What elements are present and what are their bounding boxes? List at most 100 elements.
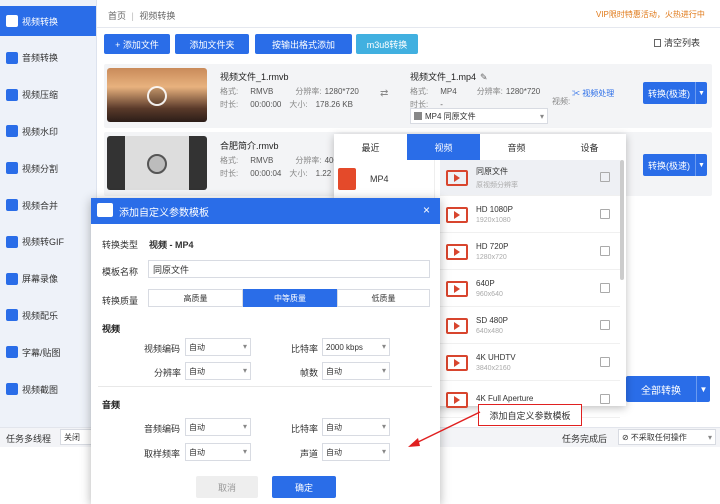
sample-rate-select[interactable]: 自动: [185, 443, 251, 461]
play-icon[interactable]: [147, 86, 167, 106]
sidebar-item-7[interactable]: 视频转GIF: [0, 227, 96, 257]
section-divider: [98, 386, 432, 387]
preset-item[interactable]: 640P 960x640: [440, 271, 620, 307]
duration-label: 时长:: [220, 100, 239, 109]
sidebar-item-4[interactable]: 视频水印: [0, 116, 96, 146]
preset-item[interactable]: HD 720P 1280x720: [440, 234, 620, 270]
cancel-button[interactable]: 取消: [196, 476, 258, 498]
edit-icon[interactable]: [600, 283, 610, 293]
video-bitrate-select[interactable]: 2000 kbps: [322, 338, 390, 356]
quality-medium-option[interactable]: 中等质量: [243, 289, 337, 307]
sidebar-item-8[interactable]: 屏幕录像: [0, 264, 96, 294]
edit-pencil-icon[interactable]: ✎: [480, 72, 488, 82]
m3u8-convert-button[interactable]: m3u8转换: [356, 34, 418, 54]
preset-item[interactable]: SD 480P 640x480: [440, 308, 620, 344]
split-icon: [6, 162, 18, 175]
preset-resolution: 640x480: [476, 328, 503, 335]
file-name: 视频文件_1.rmvb: [220, 72, 289, 82]
channel-label: 声道: [300, 449, 319, 459]
breadcrumb-current: 视频转换: [139, 11, 176, 21]
preset-item[interactable]: HD 1080P 1920x1080: [440, 197, 620, 233]
tab-recent[interactable]: 最近: [334, 134, 407, 160]
sidebar-item-6[interactable]: 视频合并: [0, 190, 96, 220]
audio-bitrate-label: 比特率: [291, 424, 319, 434]
video-codec-value: 自动: [189, 342, 205, 352]
resolution-select[interactable]: 自动: [185, 362, 251, 380]
sidebar-item-10[interactable]: 字幕/贴图: [0, 337, 96, 367]
convert-button[interactable]: 转换(极速): [643, 154, 695, 176]
after-complete-select[interactable]: ⊘ 不采取任何操作: [618, 429, 716, 445]
tab-audio[interactable]: 音频: [480, 134, 553, 160]
output-file-name[interactable]: 视频文件_1.mp4 ✎: [410, 70, 488, 83]
video-format-icon: [446, 243, 468, 260]
preset-name: 4K UHDTV: [476, 353, 516, 362]
dialog-title-bar: 添加自定义参数模板: [91, 198, 440, 224]
convert-dropdown-button[interactable]: ▼: [695, 82, 707, 104]
clear-list-button[interactable]: 清空列表: [654, 36, 700, 49]
sidebar-item-label: 视频转换: [22, 16, 59, 27]
audio-codec-select[interactable]: 自动: [185, 418, 251, 436]
edit-icon[interactable]: [600, 394, 610, 404]
edit-icon[interactable]: [600, 320, 610, 330]
format-category-mp4[interactable]: MP4: [338, 166, 433, 192]
sidebar-item-2[interactable]: 音频转换: [0, 43, 96, 73]
quality-high-option[interactable]: 高质量: [148, 289, 243, 307]
template-name-input[interactable]: 同原文件: [148, 260, 430, 278]
audio-bitrate-select[interactable]: 自动: [322, 418, 390, 436]
sidebar-item-1[interactable]: 视频转换: [0, 6, 96, 36]
format-value: RMVB: [250, 156, 274, 165]
video-codec-label: 视频编码: [144, 344, 181, 354]
preset-name: SD 480P: [476, 316, 509, 325]
convert-type-value: 视频 - MP4: [149, 240, 194, 250]
edit-icon[interactable]: [600, 357, 610, 367]
fps-select[interactable]: 自动: [322, 362, 390, 380]
breadcrumb: 首页 | 视频转换: [108, 9, 175, 22]
add-custom-template-button[interactable]: 添加自定义参数模板: [478, 404, 582, 426]
preset-text: 640P 960x640: [476, 279, 503, 298]
breadcrumb-home[interactable]: 首页: [108, 11, 126, 21]
convert-all-dropdown[interactable]: ▼: [696, 376, 710, 402]
channel-select[interactable]: 自动: [322, 443, 390, 461]
preset-item[interactable]: 4K UHDTV 3840x2160: [440, 345, 620, 381]
edit-icon[interactable]: [600, 246, 610, 256]
sidebar-item-9[interactable]: 视频配乐: [0, 300, 96, 330]
video-process-label: 视频处理: [582, 89, 615, 98]
vip-promo-link[interactable]: VIP限时特惠活动，火热进行中: [596, 9, 705, 20]
quality-low-option[interactable]: 低质量: [337, 289, 430, 307]
batch-add-by-format-button[interactable]: 按输出格式添加: [255, 34, 352, 54]
output-preset-select[interactable]: MP4 同原文件: [410, 108, 548, 124]
preset-resolution: 原视频分辨率: [476, 181, 518, 189]
video-format-icon: [446, 206, 468, 223]
preset-icon: [414, 112, 422, 120]
video-codec-select[interactable]: 自动: [185, 338, 251, 356]
sidebar-item-11[interactable]: 视频截图: [0, 374, 96, 404]
sidebar-item-3[interactable]: 视频压缩: [0, 80, 96, 110]
tab-video[interactable]: 视频: [407, 134, 480, 160]
close-icon[interactable]: ×: [423, 203, 430, 217]
audio-codec-value: 自动: [189, 422, 205, 432]
watermark-icon: [6, 125, 18, 138]
convert-button[interactable]: 转换(极速): [643, 82, 695, 104]
screenshot-icon: [6, 383, 18, 395]
add-folder-button[interactable]: 添加文件夹: [175, 34, 249, 54]
sidebar-item-5[interactable]: 视频分割: [0, 153, 96, 183]
tab-device[interactable]: 设备: [553, 134, 626, 160]
confirm-button[interactable]: 确定: [272, 476, 336, 498]
preset-scrollbar[interactable]: [620, 160, 624, 280]
video-process-button[interactable]: ✂ 视频处理: [572, 88, 614, 99]
add-file-button[interactable]: + 添加文件: [104, 34, 170, 54]
edit-icon[interactable]: [600, 209, 610, 219]
play-icon[interactable]: [147, 154, 167, 174]
edit-icon[interactable]: [600, 172, 610, 182]
resolution-label: 分辨率: [154, 368, 182, 378]
record-icon: [6, 272, 18, 285]
dialog-title: 添加自定义参数模板: [119, 207, 209, 219]
audio-section-title: 音频: [102, 400, 121, 410]
sample-rate-label: 取样频率: [144, 449, 181, 459]
convert-all-button[interactable]: 全部转换: [626, 376, 696, 402]
resolution-value: 自动: [189, 366, 205, 376]
sidebar-item-label: 视频压缩: [22, 90, 59, 101]
convert-dropdown-button[interactable]: ▼: [695, 154, 707, 176]
subtitle-icon: [6, 346, 18, 359]
preset-item[interactable]: 同原文件 原视频分辨率: [440, 160, 620, 196]
